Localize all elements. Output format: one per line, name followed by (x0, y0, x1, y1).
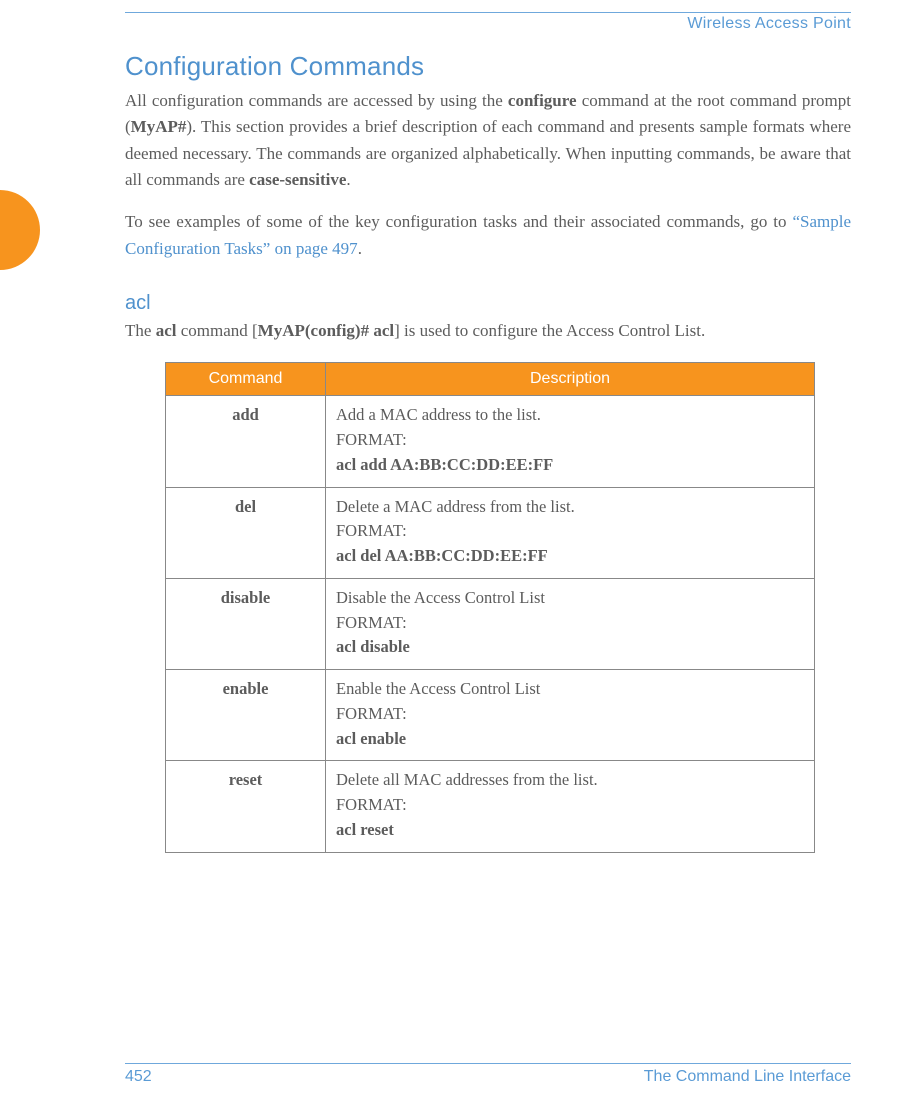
text: All configuration commands are accessed … (125, 91, 508, 110)
page-footer: 452 The Command Line Interface (125, 1063, 851, 1086)
footer-chapter: The Command Line Interface (644, 1068, 851, 1086)
desc-text: Disable the Access Control List (336, 586, 804, 611)
description-cell: Disable the Access Control List FORMAT: … (326, 578, 815, 669)
text: . (358, 239, 362, 258)
text: command [ (176, 321, 257, 340)
acl-command-table: Command Description add Add a MAC addres… (165, 362, 815, 852)
description-cell: Enable the Access Control List FORMAT: a… (326, 670, 815, 761)
running-head: Wireless Access Point (125, 12, 851, 33)
bold-text: MyAP# (131, 117, 187, 136)
command-cell: reset (166, 761, 326, 852)
bold-text: acl (156, 321, 177, 340)
format-example: acl reset (336, 818, 804, 843)
description-cell: Add a MAC address to the list. FORMAT: a… (326, 396, 815, 487)
format-example: acl add AA:BB:CC:DD:EE:FF (336, 453, 804, 478)
table-header-command: Command (166, 363, 326, 396)
description-cell: Delete all MAC addresses from the list. … (326, 761, 815, 852)
subsection-title-acl: acl (125, 292, 851, 315)
description-cell: Delete a MAC address from the list. FORM… (326, 487, 815, 578)
command-cell: add (166, 396, 326, 487)
text: To see examples of some of the key confi… (125, 212, 792, 231)
desc-text: Delete all MAC addresses from the list. (336, 768, 804, 793)
table-row: enable Enable the Access Control List FO… (166, 670, 815, 761)
command-cell: enable (166, 670, 326, 761)
table-row: add Add a MAC address to the list. FORMA… (166, 396, 815, 487)
desc-text: Enable the Access Control List (336, 677, 804, 702)
bold-text: MyAP(config)# acl (258, 321, 394, 340)
acl-description: The acl command [MyAP(config)# acl] is u… (125, 318, 851, 344)
bold-text: case-sensitive (249, 170, 346, 189)
table-row: del Delete a MAC address from the list. … (166, 487, 815, 578)
desc-text: Add a MAC address to the list. (336, 403, 804, 428)
table-header-row: Command Description (166, 363, 815, 396)
format-example: acl enable (336, 727, 804, 752)
desc-text: Delete a MAC address from the list. (336, 495, 804, 520)
text: The (125, 321, 156, 340)
text: . (346, 170, 350, 189)
command-cell: disable (166, 578, 326, 669)
page-content: Wireless Access Point Configuration Comm… (125, 12, 851, 853)
table-header-description: Description (326, 363, 815, 396)
command-cell: del (166, 487, 326, 578)
text: ] is used to configure the Access Contro… (394, 321, 705, 340)
text: ). This section provides a brief descrip… (125, 117, 851, 189)
format-label: FORMAT: (336, 519, 804, 544)
format-label: FORMAT: (336, 611, 804, 636)
format-example: acl del AA:BB:CC:DD:EE:FF (336, 544, 804, 569)
table-row: reset Delete all MAC addresses from the … (166, 761, 815, 852)
format-label: FORMAT: (336, 702, 804, 727)
page-tab-marker (0, 190, 40, 270)
intro-paragraph-1: All configuration commands are accessed … (125, 88, 851, 193)
intro-paragraph-2: To see examples of some of the key confi… (125, 209, 851, 262)
table-row: disable Disable the Access Control List … (166, 578, 815, 669)
format-example: acl disable (336, 635, 804, 660)
format-label: FORMAT: (336, 428, 804, 453)
page-number: 452 (125, 1068, 152, 1086)
section-title: Configuration Commands (125, 51, 851, 82)
format-label: FORMAT: (336, 793, 804, 818)
bold-text: configure (508, 91, 577, 110)
